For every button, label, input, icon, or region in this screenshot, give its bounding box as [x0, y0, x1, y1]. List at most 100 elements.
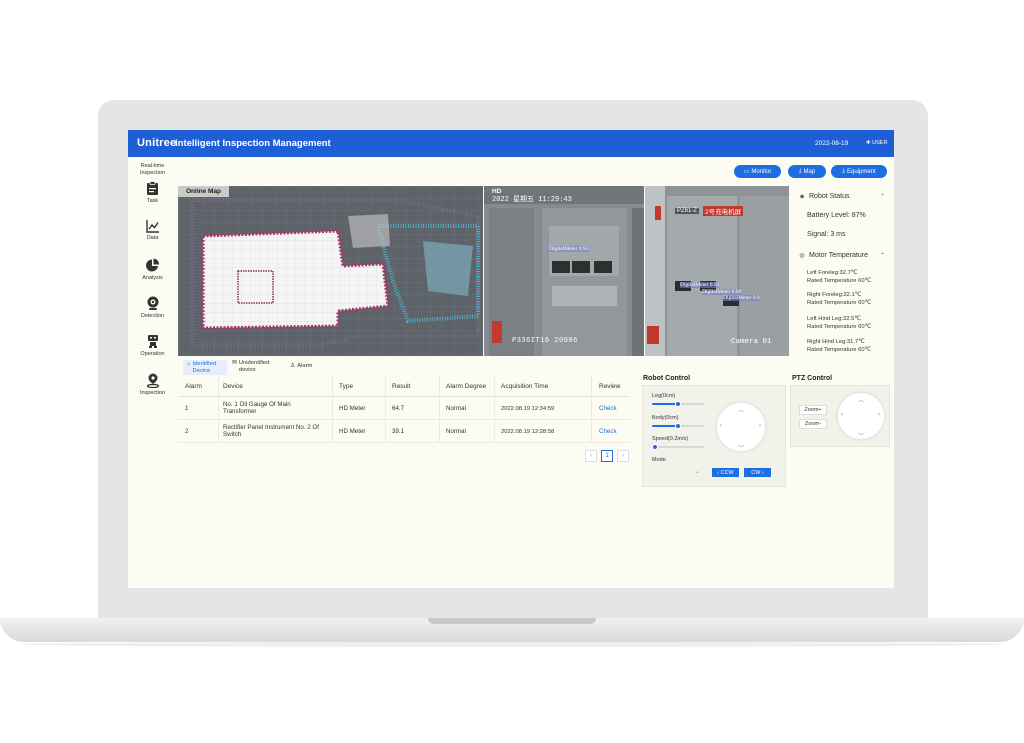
point-cloud-map: [178, 186, 483, 356]
robot-control-panel: Leg(0cm) Body(0cm) Speed(0.2m/s) Mode ⌄ …: [642, 385, 786, 487]
motor-temperature-header[interactable]: ◍ Motor Temperature ⌃: [791, 247, 889, 263]
check-link[interactable]: Check: [599, 428, 617, 436]
col-result: Result: [392, 383, 411, 390]
cell-type: HD Meter: [339, 405, 366, 412]
rated-temp: Rated Temperature 60℃: [807, 323, 872, 330]
rated-temp: Rated Temperature 60℃: [807, 277, 872, 284]
map-label: Online Map: [178, 186, 230, 197]
motor-temp-left-hind-leg: Left Hind Leg:32.5℃ Rated Temperature 60…: [807, 316, 871, 331]
slider-knob[interactable]: [675, 423, 681, 429]
joystick-right-icon: ›: [759, 423, 761, 429]
device-tabs: ⌂ Identified Device ✉ Unidentified devic…: [178, 358, 638, 376]
sidebar-item-task[interactable]: Task: [128, 181, 177, 204]
col-alarm-degree: Alarm Degree: [446, 383, 487, 390]
map-button[interactable]: ⤓ Map: [788, 165, 826, 178]
ptz-down-icon: ﹀: [858, 434, 865, 440]
ptz-up-icon: ︿: [858, 398, 865, 404]
page-title: Intelligent Inspection Management: [175, 138, 331, 149]
cell-result: 64.7: [392, 405, 405, 412]
check-link[interactable]: Check: [599, 405, 617, 413]
tab-identified-device[interactable]: ⌂ Identified Device: [183, 360, 227, 375]
line-chart-icon: [145, 220, 159, 233]
mode-dropdown-icon[interactable]: ⌄: [695, 468, 700, 475]
body-height-label: Body(0cm): [652, 415, 679, 421]
app-screen: Unitree Intelligent Inspection Managemen…: [128, 130, 894, 588]
user-icon: ♙: [290, 363, 296, 369]
tab-unidentified-device[interactable]: ✉ Unidentified device: [232, 360, 284, 373]
chevron-up-icon: ⌃: [879, 252, 885, 259]
sidebar-item-analysis[interactable]: Analysis: [128, 258, 177, 281]
robot-control-title: Robot Control: [643, 375, 691, 382]
robot-status-title: Robot Status: [809, 192, 850, 200]
monitor-button-label: Monitor: [751, 168, 772, 175]
clipboard-icon: [147, 181, 158, 195]
table-row[interactable]: 2 Rectifier Panel Instrument No. 2 Of Sw…: [178, 420, 630, 443]
table-header: Alarm Device Type Result Alarm Degree Ac…: [178, 376, 630, 397]
detection-label: DigitalMeter 0.92: [680, 282, 720, 288]
tab-label: Unidentified device: [238, 360, 270, 373]
slider-knob[interactable]: [651, 444, 658, 450]
robot-icon: [147, 335, 158, 348]
pagination-prev[interactable]: ‹: [585, 450, 597, 462]
sidebar-item-operation[interactable]: Operation: [128, 334, 177, 357]
sidebar-heading: Real-time Inspection: [139, 163, 166, 176]
camera-name: Camera 01: [731, 338, 772, 346]
camera-feed-hd[interactable]: HD 2022 星期五 11:29:43 DigitalMeter 0.93 P…: [484, 186, 644, 356]
zoom-in-button[interactable]: Zoom+: [799, 405, 827, 415]
video-icon: ▭: [743, 169, 750, 175]
sidebar: Real-time Inspection Task Data Analysis …: [128, 157, 177, 588]
rated-temp: Rated Temperature 60℃: [807, 299, 872, 306]
pagination-page-1[interactable]: 1: [601, 450, 613, 462]
tab-label: Alarm: [297, 363, 313, 369]
ptz-right-icon: ›: [878, 412, 880, 418]
laptop-notch: [428, 618, 596, 624]
cell-degree: Normal: [446, 428, 466, 435]
battery-level: Battery Level: 87%: [807, 212, 866, 219]
ptz-control-panel: Zoom+ Zoom- ︿ ﹀ ‹ ›: [790, 385, 890, 447]
equipment-button[interactable]: ⤓ Equipment: [831, 165, 887, 178]
camera-feed-01[interactable]: PZ61-Z 2号充电机屏 DigitalMeter 0.92 DigitalM…: [645, 186, 789, 356]
col-review: Review: [599, 383, 621, 390]
zoom-out-button[interactable]: Zoom-: [799, 419, 827, 429]
location-pin-icon: [146, 373, 159, 388]
motor-temp-right-foreleg: Right Foreleg:32.1℃ Rated Temperature 60…: [807, 292, 871, 307]
body-height-slider[interactable]: [652, 423, 704, 429]
col-alarm: Alarm: [185, 383, 202, 390]
panel-plate: PZ61-Z: [675, 208, 700, 214]
ptz-left-icon: ‹: [841, 412, 843, 418]
pagination-next[interactable]: ›: [617, 450, 629, 462]
top-bar: Unitree Intelligent Inspection Managemen…: [128, 130, 894, 157]
table-row[interactable]: 1 No. 1 Oil Gauge Of Main Transformer HD…: [178, 397, 630, 420]
sidebar-item-detection[interactable]: Detection: [128, 296, 177, 319]
robot-status-header[interactable]: ◆ Robot Status ⌃: [791, 188, 889, 204]
tab-alarm[interactable]: ♙ Alarm: [290, 363, 312, 370]
slider-knob[interactable]: [675, 401, 681, 407]
monitor-button[interactable]: ▭ Monitor: [734, 165, 781, 178]
sidebar-item-data[interactable]: Data: [128, 219, 177, 241]
sidebar-item-label: Data: [146, 235, 159, 241]
thermometer-icon: ◍: [799, 252, 805, 259]
user-menu[interactable]: ✚ USER: [866, 140, 887, 146]
cell-alarm: 2: [185, 428, 189, 435]
cw-button[interactable]: CW ›: [744, 468, 771, 477]
speed-slider[interactable]: [651, 444, 704, 450]
sidebar-item-label: Detection: [140, 313, 165, 319]
joystick-up-icon: ︿: [738, 408, 745, 414]
speed-label: Speed(0.2m/s): [652, 436, 689, 442]
sidebar-item-inspection[interactable]: Inspection: [128, 373, 177, 396]
ptz-joystick[interactable]: ︿ ﹀ ‹ ›: [837, 392, 885, 440]
pie-chart-icon: [146, 258, 160, 272]
cell-device: No. 1 Oil Gauge Of Main Transformer: [223, 401, 291, 415]
cell-type: HD Meter: [339, 428, 366, 435]
sidebar-item-label: Inspection: [139, 390, 166, 396]
map-button-label: Map: [803, 168, 816, 175]
movement-joystick[interactable]: ︿ ﹀ ‹ ›: [716, 402, 766, 452]
cell-time: 2022.08.19 12:34:59: [501, 406, 555, 412]
ccw-button[interactable]: ‹ CCW: [712, 468, 739, 477]
header-date: 2022-08-19: [815, 140, 849, 147]
signal-strength: Signal: 3 ms: [807, 231, 846, 238]
detection-label: DigitalMeter 0.93: [548, 246, 590, 252]
leg-height-slider[interactable]: [652, 401, 704, 407]
online-map[interactable]: Online Map: [178, 186, 483, 356]
ptz-control-title: PTZ Control: [792, 375, 833, 382]
